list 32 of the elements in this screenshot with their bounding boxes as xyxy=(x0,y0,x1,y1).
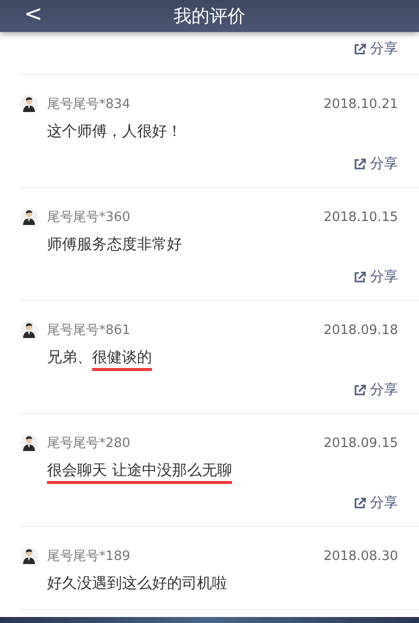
avatar-icon xyxy=(20,547,38,565)
share-button[interactable]: 分享 xyxy=(354,381,398,399)
share-icon xyxy=(354,158,366,170)
review-date: 2018.10.15 xyxy=(324,210,398,224)
share-icon xyxy=(354,43,366,55)
share-icon xyxy=(354,497,366,509)
review-date: 2018.09.18 xyxy=(324,322,398,338)
share-button[interactable]: 分享 xyxy=(354,40,398,58)
share-icon xyxy=(354,384,366,396)
user-name: 尾号尾号*280 xyxy=(47,435,130,452)
back-button[interactable]: < xyxy=(20,0,46,30)
avatar-icon xyxy=(20,434,38,452)
avatar-icon xyxy=(20,321,38,339)
avatar-icon xyxy=(20,95,38,113)
review-comment: 这个师傅，人很好！ xyxy=(47,121,183,142)
review-comment: 师傅服务态度非常好 xyxy=(47,234,183,255)
review-comment: 很会聊天 让途中没那么无聊 xyxy=(47,458,398,482)
review-date: 2018.08.30 xyxy=(324,548,398,564)
share-button[interactable]: 分享 xyxy=(354,494,398,512)
user-name: 尾号尾号*861 xyxy=(47,322,130,339)
user-name: 尾号尾号*360 xyxy=(47,209,130,226)
share-button[interactable]: 分享 xyxy=(354,155,398,173)
review-date: 2018.09.15 xyxy=(324,436,398,450)
review-date: 2018.10.21 xyxy=(324,96,398,112)
review-comment: 好久没遇到这么好的司机啦 xyxy=(47,573,228,594)
page-title: 我的评价 xyxy=(174,5,246,28)
user-name: 尾号尾号*834 xyxy=(47,96,130,113)
share-icon xyxy=(354,271,366,283)
user-name: 尾号尾号*189 xyxy=(47,548,130,565)
review-comment: 兄弟、很健谈的 xyxy=(47,345,398,369)
share-button[interactable]: 分享 xyxy=(354,268,398,286)
avatar-icon xyxy=(20,208,38,226)
